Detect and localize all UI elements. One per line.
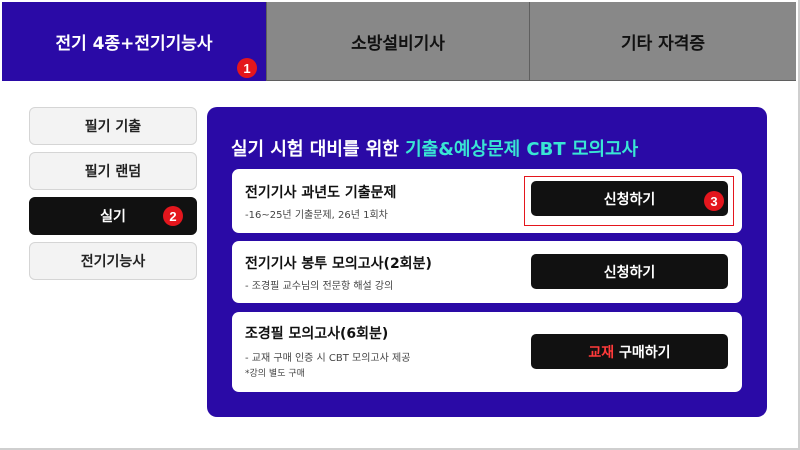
sidebar-item-practical[interactable]: 실기 2	[29, 197, 197, 235]
panel-title-prefix: 실기 시험 대비를 위한	[231, 139, 406, 160]
sidebar-item-label: 전기기능사	[80, 254, 146, 270]
sidebar-item-label: 필기 기출	[84, 119, 142, 135]
card-subtitle: -16~25년 기출문제, 26년 1회차	[245, 210, 388, 221]
buy-button-label: 구매하기	[614, 344, 671, 361]
tab-electric-label: 전기 4종+전기기능사	[55, 34, 213, 54]
tab-other-certs[interactable]: 기타 자격증	[529, 2, 796, 81]
panel-title: 실기 시험 대비를 위한 기출&예상문제 CBT 모의고사	[231, 135, 638, 161]
card-title: 전기기사 봉투 모의고사(2회분)	[245, 256, 432, 272]
apply-button[interactable]: 신청하기	[531, 254, 728, 289]
apply-button-label: 신청하기	[603, 264, 656, 281]
course-card-past-exams: 전기기사 과년도 기출문제 -16~25년 기출문제, 26년 1회차 신청하기…	[232, 169, 742, 233]
sidebar-item-label: 실기	[100, 209, 126, 225]
cbt-panel: 실기 시험 대비를 위한 기출&예상문제 CBT 모의고사 전기기사 과년도 기…	[207, 107, 767, 417]
marker-3: 3	[704, 191, 724, 211]
sidebar: 필기 기출 필기 랜덤 실기 2 전기기능사	[29, 107, 197, 287]
tab-other-certs-label: 기타 자격증	[620, 33, 706, 54]
tab-electric[interactable]: 전기 4종+전기기능사 1	[2, 2, 266, 81]
sidebar-item-label: 필기 랜덤	[84, 164, 142, 180]
buy-button-textbook-label: 교재	[588, 344, 615, 361]
highlight-box	[524, 176, 734, 226]
card-subtitle: - 조경필 교수님의 전문항 해설 강의	[245, 281, 394, 292]
sidebar-item-electric-technician[interactable]: 전기기능사	[29, 242, 197, 280]
buy-textbook-button[interactable]: 교재 구매하기	[531, 334, 728, 369]
tab-fire-facility-label: 소방설비기사	[351, 33, 445, 54]
marker-1: 1	[237, 58, 257, 78]
course-card-jo-mock: 조경필 모의고사(6회분) - 교재 구매 인증 시 CBT 모의고사 제공 *…	[232, 312, 742, 392]
course-card-envelope-mock: 전기기사 봉투 모의고사(2회분) - 조경필 교수님의 전문항 해설 강의 신…	[232, 241, 742, 303]
card-title: 전기기사 과년도 기출문제	[245, 185, 397, 201]
card-title: 조경필 모의고사(6회분)	[245, 326, 389, 342]
panel-title-highlight: 기출&예상문제 CBT 모의고사	[405, 139, 639, 160]
category-tabs: 전기 4종+전기기능사 1 소방설비기사 기타 자격증	[2, 2, 796, 81]
tab-fire-facility[interactable]: 소방설비기사	[266, 2, 529, 81]
sidebar-item-written-random[interactable]: 필기 랜덤	[29, 152, 197, 190]
sidebar-item-written-past[interactable]: 필기 기출	[29, 107, 197, 145]
marker-2: 2	[163, 206, 183, 226]
card-note: *강의 별도 구매	[245, 369, 305, 379]
card-subtitle: - 교재 구매 인증 시 CBT 모의고사 제공	[245, 353, 411, 364]
